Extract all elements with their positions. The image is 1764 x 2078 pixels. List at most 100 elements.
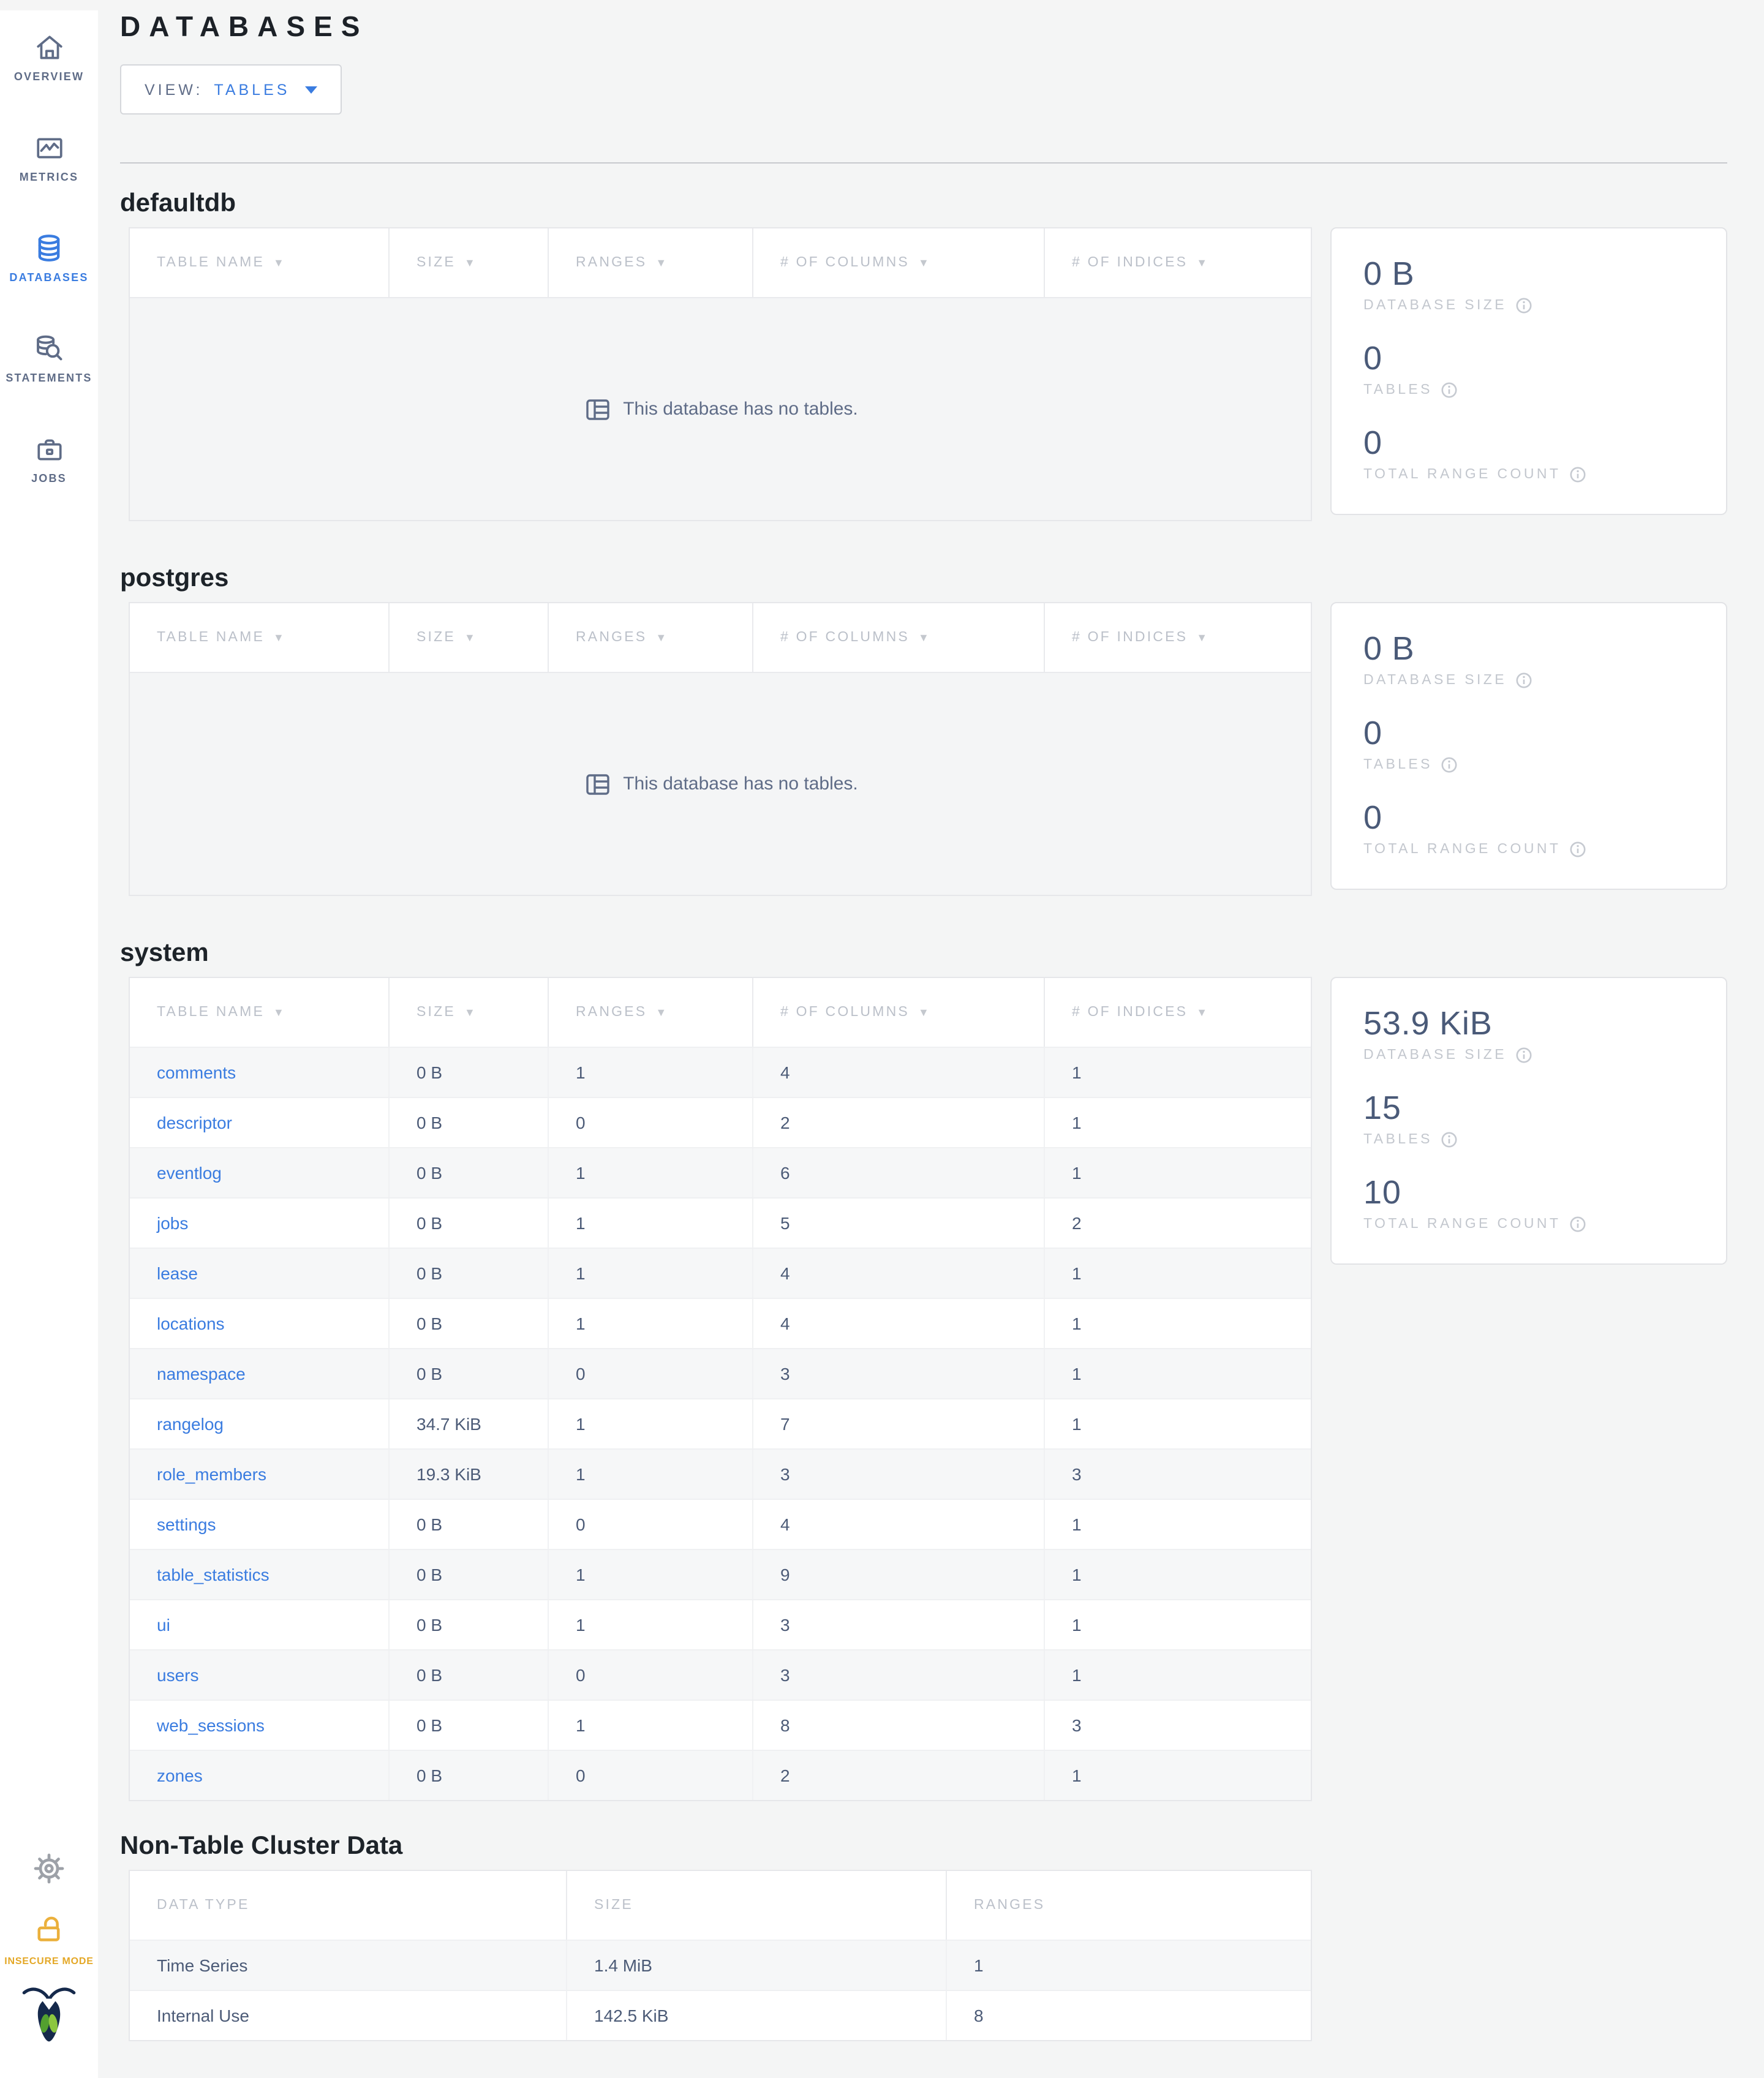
column-header-table-name[interactable]: TABLE NAME ▼ [130, 603, 390, 672]
column-header-size[interactable]: SIZE ▼ [390, 228, 549, 297]
column-header-label: # OF INDICES [1072, 1005, 1188, 1020]
sidebar-item-databases[interactable]: DATABASES [0, 231, 98, 331]
table-link[interactable]: table_statistics [157, 1565, 270, 1584]
column-header-num-columns[interactable]: # OF COLUMNS ▼ [753, 228, 1045, 297]
table-row: web_sessions 0 B 1 8 3 [130, 1700, 1311, 1750]
cell-ranges: 1 [549, 1048, 753, 1097]
sidebar-item-label: METRICS [19, 171, 79, 183]
cockroachdb-logo-icon [21, 1984, 77, 2051]
stat-range-count-value: 0 [1363, 424, 1382, 461]
insecure-mode-indicator[interactable]: INSECURE MODE [4, 1913, 94, 1967]
column-header-num-indices[interactable]: # OF INDICES ▼ [1045, 228, 1311, 297]
cell-ranges: 1 [549, 1450, 753, 1499]
tables-table: TABLE NAME ▼ SIZE ▼ RANGES ▼ # OF COLUMNS ▼ … [129, 227, 1312, 521]
view-dropdown[interactable]: VIEW: TABLES [120, 64, 342, 115]
cell-num-indices: 1 [1072, 1163, 1082, 1183]
table-link[interactable]: ui [157, 1615, 170, 1635]
column-header-num-columns[interactable]: # OF COLUMNS ▼ [753, 978, 1045, 1047]
info-icon[interactable] [1441, 756, 1458, 774]
home-icon [34, 30, 64, 64]
table-link[interactable]: jobs [157, 1213, 188, 1233]
sort-caret-icon: ▼ [918, 1006, 931, 1018]
cell-num-columns: 4 [753, 1500, 1045, 1549]
column-header-ranges[interactable]: RANGES ▼ [549, 603, 753, 672]
cell-size: 0 B [390, 1048, 549, 1097]
info-icon[interactable] [1515, 297, 1532, 314]
info-icon[interactable] [1441, 1131, 1458, 1148]
sidebar-item-label: STATEMENTS [6, 372, 92, 384]
table-link[interactable]: comments [157, 1063, 236, 1082]
sidebar-item-statements[interactable]: STATEMENTS [0, 331, 98, 432]
cell-ranges: 1 [549, 1249, 753, 1298]
table-link[interactable]: namespace [157, 1364, 246, 1383]
table-row: locations 0 B 1 4 1 [130, 1298, 1311, 1348]
info-icon[interactable] [1441, 382, 1458, 399]
column-header-num-columns[interactable]: # OF COLUMNS ▼ [753, 603, 1045, 672]
sidebar-item-metrics[interactable]: METRICS [0, 130, 98, 231]
column-header-label: RANGES [974, 1898, 1046, 1913]
cell-ranges: 1 [549, 1399, 753, 1448]
cell-size: 1.4 MiB [567, 1941, 947, 1990]
table-link[interactable]: locations [157, 1314, 225, 1333]
databases-icon [33, 231, 65, 265]
column-header-table-name[interactable]: TABLE NAME ▼ [130, 978, 390, 1047]
sidebar-bottom: INSECURE MODE [0, 1850, 98, 2051]
insecure-mode-label: INSECURE MODE [4, 1956, 94, 1967]
table-link[interactable]: role_members [157, 1464, 266, 1484]
column-header-ranges[interactable]: RANGES ▼ [549, 228, 753, 297]
cell-ranges: 0 [549, 1651, 753, 1700]
info-icon[interactable] [1569, 841, 1586, 858]
column-header-size[interactable]: SIZE ▼ [390, 603, 549, 672]
cell-size: 0 B [390, 1550, 549, 1599]
stat-range-count-value: 0 [1363, 799, 1382, 836]
sort-caret-icon: ▼ [464, 1006, 477, 1018]
sidebar-item-jobs[interactable]: JOBS [0, 432, 98, 532]
table-row: jobs 0 B 1 5 2 [130, 1197, 1311, 1248]
cell-ranges: 0 [549, 1349, 753, 1398]
column-header-size: SIZE [567, 1871, 947, 1940]
gear-icon[interactable] [31, 1850, 67, 1893]
sidebar-item-label: JOBS [31, 472, 67, 484]
sort-caret-icon: ▼ [273, 631, 287, 644]
column-header-ranges[interactable]: RANGES ▼ [549, 978, 753, 1047]
database-section-defaultdb: defaultdb TABLE NAME ▼ SIZE ▼ RANGES ▼ # OF… [120, 188, 1727, 521]
stat-range-count-label: TOTAL RANGE COUNT [1363, 1217, 1561, 1232]
stat-range-count-value: 10 [1363, 1174, 1401, 1211]
table-link[interactable]: lease [157, 1263, 198, 1283]
sort-caret-icon: ▼ [273, 257, 287, 269]
view-dropdown-value: TABLES [214, 81, 290, 98]
table-link[interactable]: rangelog [157, 1414, 224, 1434]
info-icon[interactable] [1569, 1216, 1586, 1233]
cell-data-type: Time Series [130, 1941, 567, 1990]
header-divider [120, 162, 1727, 164]
cell-num-columns: 4 [753, 1048, 1045, 1097]
info-icon[interactable] [1515, 1047, 1532, 1064]
table-link[interactable]: descriptor [157, 1113, 232, 1132]
column-header-size[interactable]: SIZE ▼ [390, 978, 549, 1047]
cell-ranges: 1 [549, 1299, 753, 1348]
column-header-table-name[interactable]: TABLE NAME ▼ [130, 228, 390, 297]
cell-num-indices: 3 [1072, 1715, 1082, 1735]
column-header-label: RANGES [576, 255, 647, 270]
chevron-down-icon [304, 86, 317, 93]
sort-caret-icon: ▼ [1196, 631, 1210, 644]
info-icon[interactable] [1569, 466, 1586, 483]
table-link[interactable]: zones [157, 1766, 203, 1785]
sort-caret-icon: ▼ [273, 1006, 287, 1018]
column-header-label: SIZE [417, 630, 456, 645]
database-name-heading: defaultdb [120, 189, 236, 217]
table-link[interactable]: settings [157, 1515, 216, 1534]
stat-tables-value: 15 [1363, 1090, 1401, 1126]
table-link[interactable]: web_sessions [157, 1715, 265, 1735]
stat-tables-label: TABLES [1363, 1132, 1433, 1147]
column-header-num-indices[interactable]: # OF INDICES ▼ [1045, 978, 1311, 1047]
column-header-num-indices[interactable]: # OF INDICES ▼ [1045, 603, 1311, 672]
cell-num-columns: 7 [753, 1399, 1045, 1448]
table-link[interactable]: eventlog [157, 1163, 222, 1183]
cell-num-indices: 1 [1072, 1414, 1082, 1434]
table-link[interactable]: users [157, 1665, 198, 1685]
table-row: role_members 19.3 KiB 1 3 3 [130, 1448, 1311, 1499]
table-header-row: TABLE NAME ▼ SIZE ▼ RANGES ▼ # OF COLUMNS ▼ … [130, 228, 1311, 297]
info-icon[interactable] [1515, 672, 1532, 689]
sidebar-item-overview[interactable]: OVERVIEW [0, 30, 98, 130]
